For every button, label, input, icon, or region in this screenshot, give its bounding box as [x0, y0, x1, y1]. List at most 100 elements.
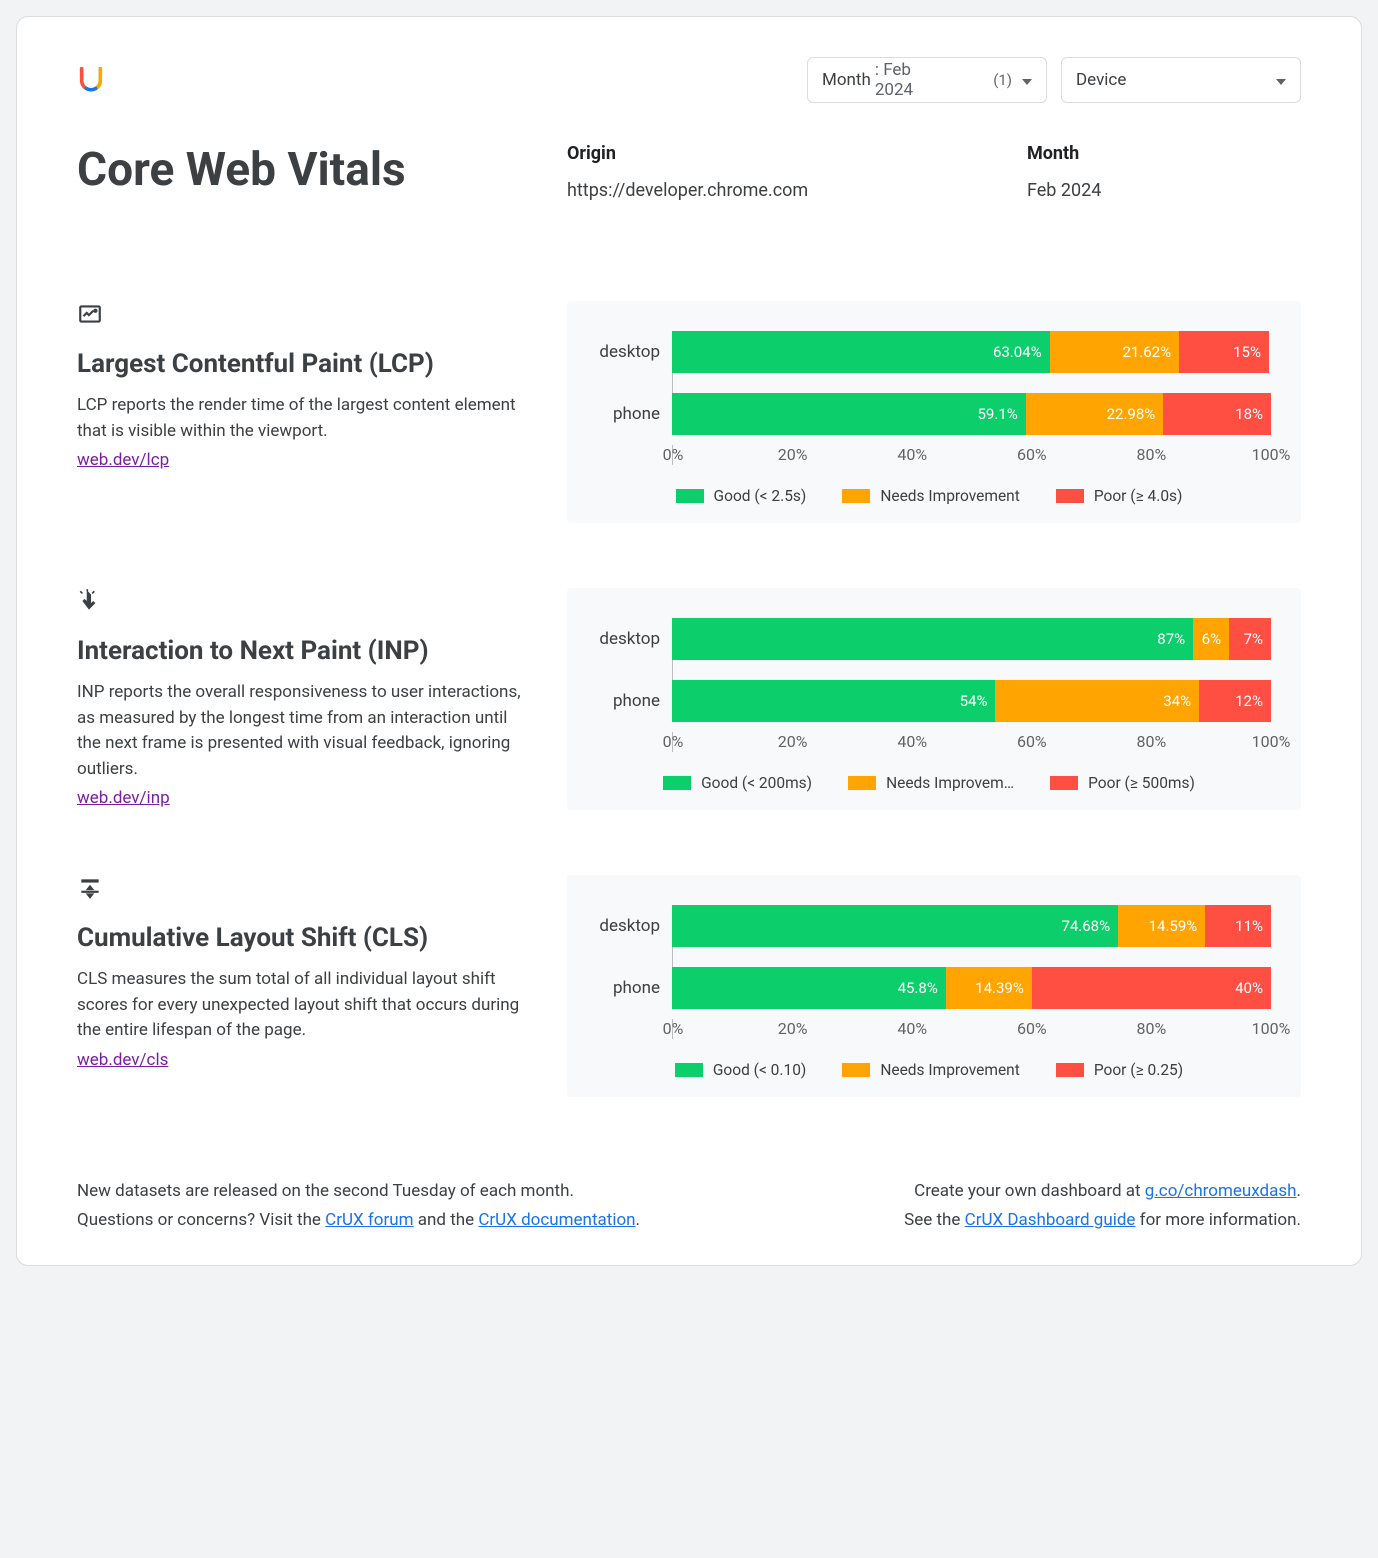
footer-left-line2: Questions or concerns? Visit the CrUX fo…: [77, 1206, 640, 1235]
legend-swatch: [848, 776, 876, 790]
filter-device[interactable]: Device: [1061, 57, 1301, 103]
axis-tick: 20%: [778, 445, 808, 464]
crux-forum-link[interactable]: CrUX forum: [325, 1210, 413, 1230]
bar-seg-good: 45.8%: [672, 967, 946, 1009]
legend-label: Poor (≥ 0.25): [1094, 1061, 1183, 1079]
legend-label: Poor (≥ 500ms): [1088, 774, 1195, 792]
filter-month-count: (1): [953, 71, 1012, 89]
legend-swatch: [842, 489, 870, 503]
bar-row-desktop: desktop74.68%14.59%11%: [587, 905, 1271, 947]
bar-seg-good: 54%: [672, 680, 995, 722]
crux-docs-link[interactable]: CrUX documentation: [478, 1210, 635, 1230]
axis-tick: 80%: [1137, 1019, 1167, 1038]
bar-seg-ni: 22.98%: [1026, 393, 1164, 435]
bar-row-desktop: desktop63.04%21.62%15%: [587, 331, 1271, 373]
header-row: Core Web Vitals Origin https://developer…: [77, 143, 1301, 201]
legend-item-ni: Needs Improvem…: [848, 774, 1014, 792]
dashboard-guide-link[interactable]: CrUX Dashboard guide: [965, 1210, 1136, 1230]
bars-container: desktop63.04%21.62%15% phone59.1%22.98%18…: [587, 331, 1271, 435]
metric-desc: INP reports the overall responsiveness t…: [77, 680, 527, 782]
legend-swatch: [1056, 489, 1084, 503]
bar-track[interactable]: 54%34%12%: [672, 680, 1271, 722]
filter-month-label: Month: [822, 70, 871, 90]
metric-doc-link[interactable]: web.dev/lcp: [77, 450, 169, 470]
legend-label: Good (< 2.5s): [714, 487, 807, 505]
bar-seg-good: 74.68%: [672, 905, 1118, 947]
metric-desc: CLS measures the sum total of all indivi…: [77, 967, 527, 1044]
legend-swatch: [676, 489, 704, 503]
bar-category-label: phone: [587, 691, 672, 711]
legend-label: Needs Improvem…: [886, 774, 1014, 792]
axis-tick: 100%: [1252, 1019, 1291, 1038]
bar-category-label: desktop: [587, 342, 672, 362]
axis-tick: 60%: [1017, 1019, 1047, 1038]
lcp-icon: [77, 301, 527, 331]
axis: 0%20%40%60%80%100%: [587, 1019, 1271, 1039]
meta-origin: Origin https://developer.chrome.com: [567, 143, 1027, 201]
footer-right-line2: See the CrUX Dashboard guide for more in…: [904, 1206, 1301, 1235]
metric-title: Interaction to Next Paint (INP): [77, 636, 527, 666]
bar-seg-ni: 34%: [995, 680, 1199, 722]
filter-month[interactable]: Month : Feb 2024 (1): [807, 57, 1047, 103]
bar-row-phone: phone59.1%22.98%18%: [587, 393, 1271, 435]
metric-doc-link[interactable]: web.dev/cls: [77, 1050, 168, 1070]
page-title: Core Web Vitals: [77, 143, 567, 197]
footer-left: New datasets are released on the second …: [77, 1177, 640, 1235]
legend-label: Needs Improvement: [880, 487, 1020, 505]
axis-tick: 80%: [1137, 732, 1167, 751]
metric-lcp: Largest Contentful Paint (LCP)LCP report…: [77, 301, 1301, 523]
metric-info: Largest Contentful Paint (LCP)LCP report…: [77, 301, 567, 470]
metric-title: Largest Contentful Paint (LCP): [77, 349, 527, 379]
bar-seg-ni: 6%: [1193, 618, 1229, 660]
legend-item-good: Good (< 200ms): [663, 774, 812, 792]
footer-left-line1: New datasets are released on the second …: [77, 1177, 640, 1206]
footer: New datasets are released on the second …: [77, 1177, 1301, 1235]
filter-month-value: : Feb 2024: [875, 60, 953, 100]
metric-doc-link[interactable]: web.dev/inp: [77, 788, 170, 808]
footer-right-line1: Create your own dashboard at g.co/chrome…: [904, 1177, 1301, 1206]
metric-cls: Cumulative Layout Shift (CLS)CLS measure…: [77, 875, 1301, 1097]
meta-month-label: Month: [1027, 143, 1247, 164]
legend-label: Good (< 200ms): [701, 774, 812, 792]
bar-category-label: desktop: [587, 629, 672, 649]
bar-track[interactable]: 45.8%14.39%40%: [672, 967, 1271, 1009]
caret-down-icon: [1276, 70, 1286, 90]
bar-track[interactable]: 87%6%7%: [672, 618, 1271, 660]
bar-track[interactable]: 63.04%21.62%15%: [672, 331, 1271, 373]
axis-tick: 0%: [663, 1019, 684, 1038]
legend-item-poor: Poor (≥ 500ms): [1050, 774, 1195, 792]
footer-text: and the: [414, 1210, 479, 1230]
legend: Good (< 0.10)Needs ImprovementPoor (≥ 0.…: [587, 1061, 1271, 1079]
bars-container: desktop87%6%7% phone54%34%12%: [587, 618, 1271, 722]
legend-item-poor: Poor (≥ 0.25): [1056, 1061, 1183, 1079]
legend: Good (< 200ms) Needs Improvem… Poor (≥ 500…: [587, 774, 1271, 792]
bar-track[interactable]: 74.68%14.59%11%: [672, 905, 1271, 947]
chromeuxdash-link[interactable]: g.co/chromeuxdash: [1145, 1181, 1297, 1201]
metrics-host: Largest Contentful Paint (LCP)LCP report…: [77, 301, 1301, 1097]
bar-seg-good: 59.1%: [672, 393, 1026, 435]
metric-info: Cumulative Layout Shift (CLS)CLS measure…: [77, 875, 567, 1070]
bar-category-label: phone: [587, 404, 672, 424]
axis-tick: 20%: [778, 1019, 808, 1038]
legend-swatch: [1050, 776, 1078, 790]
cls-icon: [77, 875, 527, 905]
bar-seg-poor: 12%: [1199, 680, 1271, 722]
bar-seg-ni: 14.59%: [1118, 905, 1205, 947]
axis-tick: 100%: [1252, 445, 1291, 464]
axis: 0%20%40%60%80%100%: [587, 445, 1271, 465]
legend: Good (< 2.5s)Needs ImprovementPoor (≥ 4.…: [587, 487, 1271, 505]
bar-row-phone: phone54%34%12%: [587, 680, 1271, 722]
caret-down-icon: [1022, 70, 1032, 90]
axis-tick: 40%: [897, 445, 927, 464]
metric-inp: Interaction to Next Paint (INP) INP repor…: [77, 588, 1301, 810]
legend-item-good: Good (< 0.10): [675, 1061, 806, 1079]
filter-device-label: Device: [1076, 70, 1126, 90]
footer-right: Create your own dashboard at g.co/chrome…: [904, 1177, 1301, 1235]
meta-origin-label: Origin: [567, 143, 1027, 164]
bar-category-label: phone: [587, 978, 672, 998]
bar-seg-poor: 18%: [1163, 393, 1271, 435]
topbar: Month : Feb 2024 (1) Device: [77, 57, 1301, 103]
bar-track[interactable]: 59.1%22.98%18%: [672, 393, 1271, 435]
axis: 0%20%40%60%80%100%: [587, 732, 1271, 752]
bar-seg-ni: 14.39%: [946, 967, 1032, 1009]
